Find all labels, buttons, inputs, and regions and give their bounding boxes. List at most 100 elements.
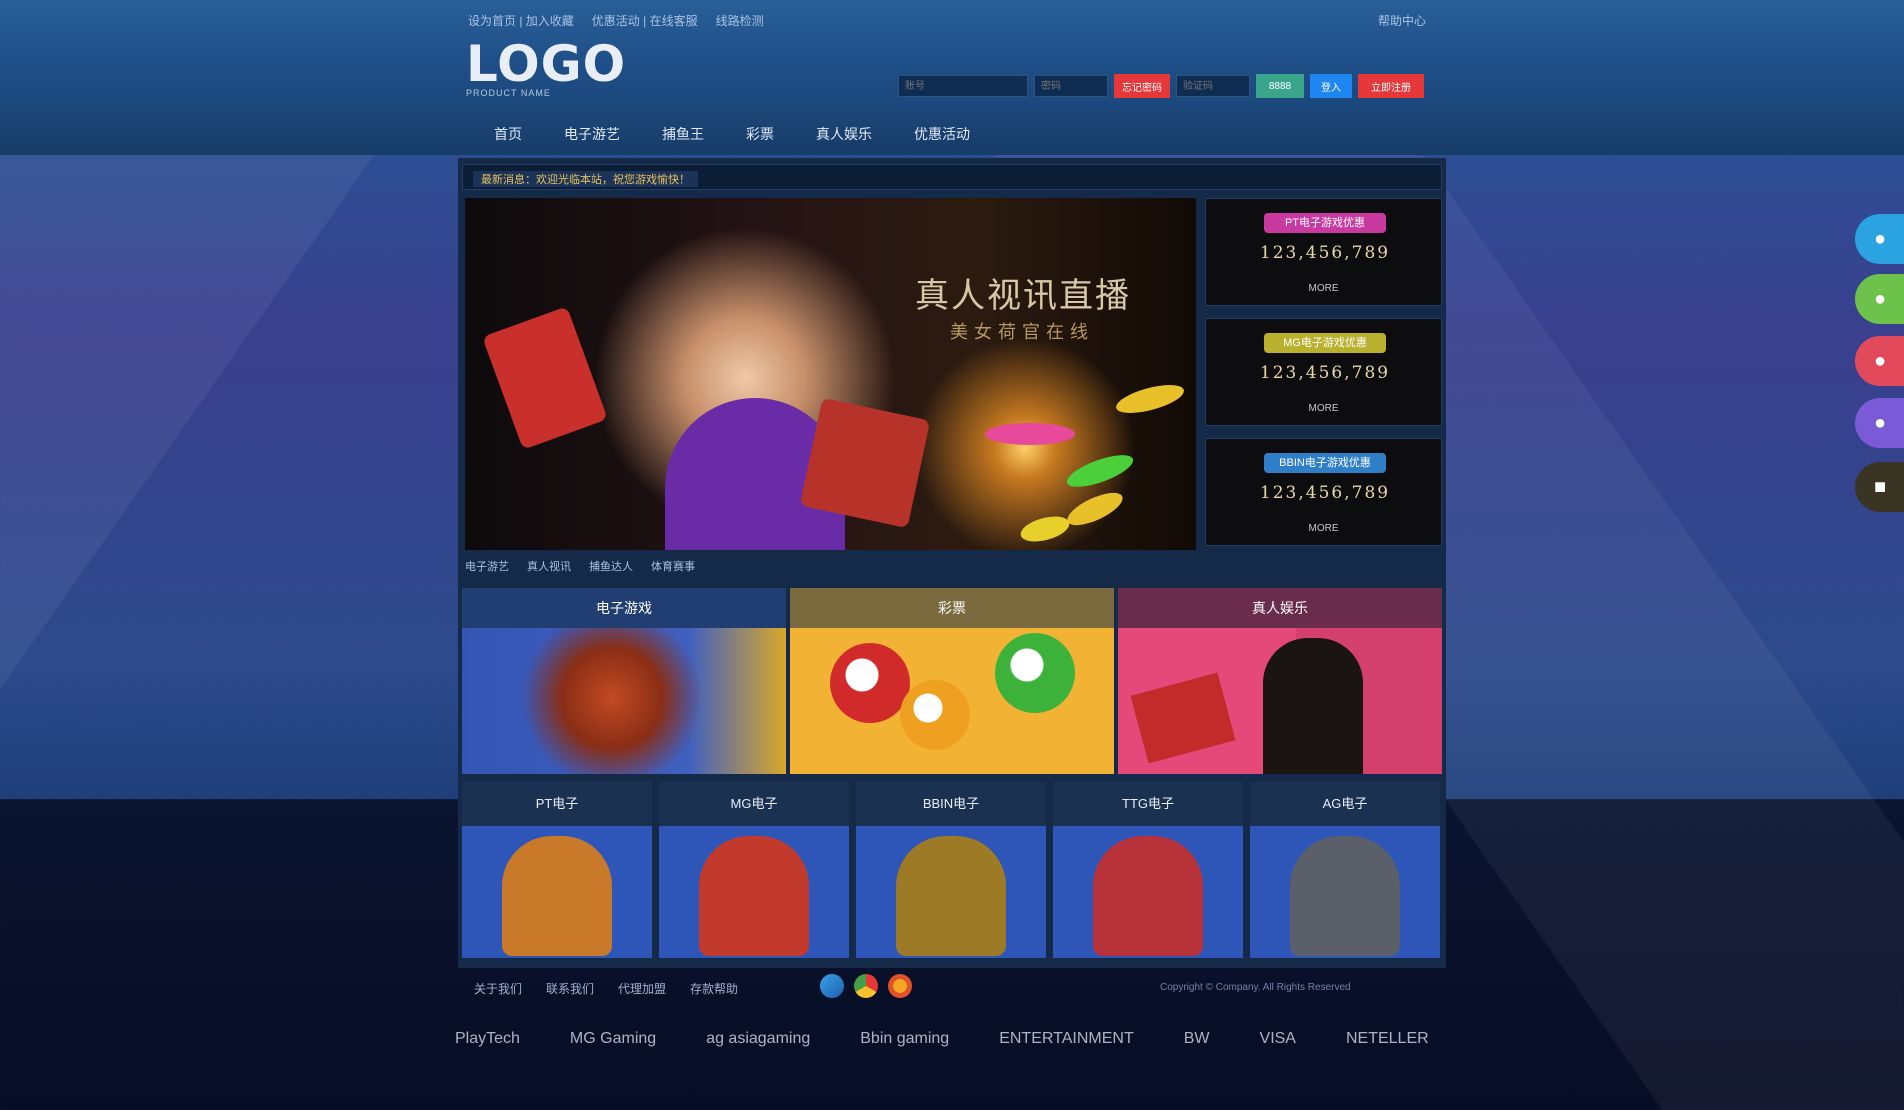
promo-card-mg[interactable]: MG电子游戏优惠 123,456,789 MORE xyxy=(1205,318,1442,426)
partner-logo-entertainment: ENTERTAINMENT xyxy=(999,1030,1134,1047)
nav-item-slots[interactable]: 电子游艺 xyxy=(564,124,620,144)
news-marquee: 最新消息：欢迎光临本站，祝您游戏愉快！ xyxy=(462,164,1442,190)
top-link-line-check[interactable]: 线路检测 xyxy=(716,12,764,29)
chip-icon xyxy=(1113,379,1187,419)
tile-art xyxy=(856,826,1046,958)
login-button[interactable]: 登入 xyxy=(1310,74,1352,98)
partner-logo-neteller: NETELLER xyxy=(1345,1030,1429,1047)
top-link-promotions[interactable]: 优惠活动 | 在线客服 xyxy=(592,12,698,29)
partner-logos: PlayTech MG Gaming ag asiagaming Bbin ga… xyxy=(455,1030,1429,1048)
hero-banner[interactable]: 真人视讯直播 美女荷官在线 xyxy=(465,198,1196,550)
tile-mg-slots[interactable]: MG电子 xyxy=(659,782,849,958)
game-nav-item[interactable]: 电子游艺 xyxy=(465,558,509,574)
tile-art xyxy=(1250,826,1440,958)
username-input[interactable] xyxy=(898,75,1028,97)
tile-bbin-slots[interactable]: BBIN电子 xyxy=(856,782,1046,958)
nav-item-fishing[interactable]: 捕鱼王 xyxy=(662,124,704,144)
site-logo[interactable]: LOGO PRODUCT NAME xyxy=(466,39,625,100)
tile-label: 真人娱乐 xyxy=(1118,588,1442,628)
promo-jackpot: 123,456,789 xyxy=(1259,243,1391,263)
lottery-art xyxy=(790,628,1114,774)
game-nav-item[interactable]: 体育赛事 xyxy=(651,558,695,574)
game-nav-item[interactable]: 真人视讯 xyxy=(527,558,571,574)
chrome-browser-icon[interactable] xyxy=(854,974,878,998)
tile-pt-slots[interactable]: PT电子 xyxy=(462,782,652,958)
dealer-figure xyxy=(1263,638,1363,774)
dice-icon xyxy=(482,306,608,450)
character-figure xyxy=(1290,836,1400,956)
tile-label: MG电子 xyxy=(659,782,849,826)
lottery-ball-icon xyxy=(830,643,910,723)
partner-logo-mg: MG Gaming xyxy=(569,1030,657,1047)
help-link[interactable]: 帮助中心 xyxy=(1378,12,1426,29)
promo-jackpot: 123,456,789 xyxy=(1259,363,1391,383)
character-figure xyxy=(699,836,809,956)
promo-more-link[interactable]: MORE xyxy=(1206,523,1441,534)
ie-browser-icon[interactable] xyxy=(820,974,844,998)
banner-subtitle: 美女荷官在线 xyxy=(950,322,1094,343)
partner-logo-playtech: PlayTech xyxy=(455,1030,520,1047)
footer-link-contact[interactable]: 联系我们 xyxy=(546,980,594,997)
tile-ag-slots[interactable]: AG电子 xyxy=(1250,782,1440,958)
partner-logo-ag: ag asiagaming xyxy=(706,1030,811,1047)
lottery-ball-icon xyxy=(995,633,1075,713)
firefox-browser-icon[interactable] xyxy=(888,974,912,998)
character-figure xyxy=(896,836,1006,956)
app-icon[interactable]: ■ xyxy=(1855,462,1904,512)
nav-item-promotions[interactable]: 优惠活动 xyxy=(914,124,970,144)
promo-jackpot: 123,456,789 xyxy=(1259,483,1391,503)
browser-icons xyxy=(820,974,912,998)
captcha-input[interactable] xyxy=(1176,75,1250,97)
footer-link-agent[interactable]: 代理加盟 xyxy=(618,980,666,997)
tile-label: PT电子 xyxy=(462,782,652,826)
promo-more-link[interactable]: MORE xyxy=(1206,403,1441,414)
copyright-text: Copyright © Company. All Rights Reserved xyxy=(1160,982,1351,993)
tile-label: TTG电子 xyxy=(1053,782,1243,826)
dice-icon xyxy=(1130,672,1236,764)
top-links: 设为首页 | 加入收藏 优惠活动 | 在线客服 线路检测 xyxy=(468,12,764,29)
footer-link-deposit[interactable]: 存款帮助 xyxy=(690,980,738,997)
captcha-image[interactable]: 8888 xyxy=(1256,74,1304,98)
top-link-home-favorite[interactable]: 设为首页 | 加入收藏 xyxy=(468,12,574,29)
promo-more-link[interactable]: MORE xyxy=(1206,283,1441,294)
nav-item-live-casino[interactable]: 真人娱乐 xyxy=(816,124,872,144)
tile-label: AG电子 xyxy=(1250,782,1440,826)
footer-links: 关于我们 联系我们 代理加盟 存款帮助 xyxy=(474,980,738,997)
tile-art xyxy=(659,826,849,958)
chat-icon[interactable]: ● xyxy=(1855,398,1904,448)
monkey-king-art xyxy=(462,628,786,774)
game-nav-item[interactable]: 捕鱼达人 xyxy=(589,558,633,574)
partner-logo-bbin: Bbin gaming xyxy=(860,1030,950,1047)
service-icon[interactable]: ● xyxy=(1855,336,1904,386)
promo-card-bbin[interactable]: BBIN电子游戏优惠 123,456,789 MORE xyxy=(1205,438,1442,546)
tile-label: 电子游戏 xyxy=(462,588,786,628)
partner-logo-bw: BW xyxy=(1183,1030,1210,1047)
promo-tag: BBIN电子游戏优惠 xyxy=(1264,453,1386,473)
promo-tag: MG电子游戏优惠 xyxy=(1264,333,1386,353)
nav-item-home[interactable]: 首页 xyxy=(494,124,522,144)
character-figure xyxy=(1093,836,1203,956)
wechat-icon[interactable]: ● xyxy=(1855,274,1904,324)
game-category-nav: 电子游艺 真人视讯 捕鱼达人 体育赛事 xyxy=(465,558,695,574)
password-input[interactable] xyxy=(1034,75,1108,97)
tile-slots[interactable]: 电子游戏 xyxy=(462,588,786,774)
live-dealer-art xyxy=(1118,628,1442,774)
register-button[interactable]: 立即注册 xyxy=(1358,74,1424,98)
footer-link-about[interactable]: 关于我们 xyxy=(474,980,522,997)
nav-item-lottery[interactable]: 彩票 xyxy=(746,124,774,144)
promo-tag: PT电子游戏优惠 xyxy=(1264,213,1386,233)
tile-label: 彩票 xyxy=(790,588,1114,628)
chip-icon xyxy=(1018,511,1072,547)
qq-icon[interactable]: ● xyxy=(1855,214,1904,264)
banner-title: 真人视讯直播 xyxy=(915,276,1131,316)
tile-lottery[interactable]: 彩票 xyxy=(790,588,1114,774)
chip-icon xyxy=(985,423,1075,445)
tile-live-casino[interactable]: 真人娱乐 xyxy=(1118,588,1442,774)
chip-icon xyxy=(1063,448,1137,494)
tile-ttg-slots[interactable]: TTG电子 xyxy=(1053,782,1243,958)
forgot-password-button[interactable]: 忘记密码 xyxy=(1114,74,1170,98)
dice-icon xyxy=(799,397,931,529)
main-nav: 首页 电子游艺 捕鱼王 彩票 真人娱乐 优惠活动 xyxy=(494,124,970,144)
promo-card-pt[interactable]: PT电子游戏优惠 123,456,789 MORE xyxy=(1205,198,1442,306)
tile-art xyxy=(1053,826,1243,958)
